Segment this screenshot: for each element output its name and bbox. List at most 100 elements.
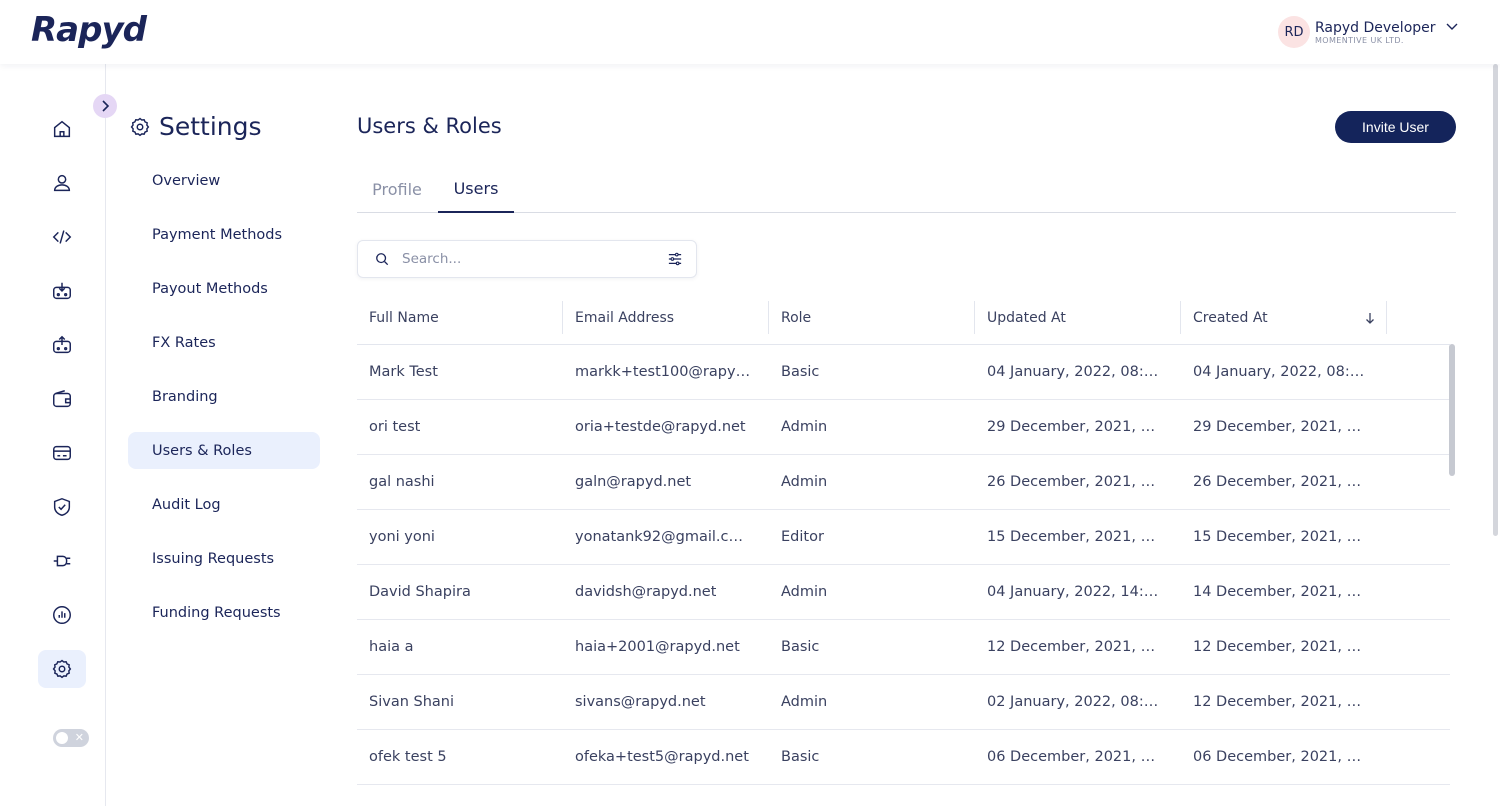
cell-full-name: yoni yoni — [369, 529, 435, 545]
table-scrollbar[interactable] — [1449, 344, 1455, 476]
table-row[interactable]: Mark Test markk+test100@rapyd.n... Basic… — [357, 345, 1450, 400]
cell-email: markk+test100@rapyd.n... — [575, 364, 751, 380]
cell-created-at: 26 December, 2021, 15:44... — [1193, 474, 1369, 490]
cell-role: Basic — [781, 639, 820, 655]
wallet-icon — [53, 390, 71, 408]
cell-full-name: David Shapira — [369, 584, 471, 600]
column-header-created-at[interactable]: Created At — [1181, 290, 1369, 345]
avatar: RD — [1278, 16, 1310, 48]
rail-collect[interactable] — [38, 272, 86, 310]
page-scrollbar[interactable] — [1493, 64, 1498, 536]
toggle-knob — [56, 732, 68, 744]
icon-rail: ✕ — [0, 64, 106, 806]
column-header-full-name[interactable]: Full Name — [357, 290, 563, 345]
table-row[interactable]: Sivan Shani sivans@rapyd.net Admin 02 Ja… — [357, 675, 1450, 730]
cell-updated-at: 15 December, 2021, 15:50 ... — [987, 529, 1163, 545]
chevron-down-icon[interactable] — [1446, 23, 1458, 31]
table-row[interactable]: gal nashi galn@rapyd.net Admin 26 Decemb… — [357, 455, 1450, 510]
rail-reports[interactable] — [38, 596, 86, 634]
cell-full-name: gal nashi — [369, 474, 435, 490]
card-icon — [53, 445, 71, 461]
column-header-updated-at[interactable]: Updated At — [975, 290, 1163, 345]
cell-email: haia+2001@rapyd.net — [575, 639, 740, 655]
cell-updated-at: 29 December, 2021, 12:51 ... — [987, 419, 1163, 435]
settings-item-branding[interactable]: Branding — [128, 378, 320, 415]
home-icon — [53, 120, 71, 138]
search-input[interactable] — [402, 251, 652, 267]
settings-item-users-roles[interactable]: Users & Roles — [128, 432, 320, 469]
settings-heading: Settings — [129, 112, 262, 141]
rail-protect[interactable] — [38, 488, 86, 526]
rail-wallets[interactable] — [38, 380, 86, 418]
table-row[interactable]: ofek test 5 ofeka+test5@rapyd.net Basic … — [357, 730, 1450, 785]
search-icon — [376, 253, 389, 266]
table-row[interactable]: haia a haia+2001@rapyd.net Basic 12 Dece… — [357, 620, 1450, 675]
account-org: MOMENTIVE UK LTD. — [1315, 35, 1404, 45]
settings-item-fx-rates[interactable]: FX Rates — [128, 324, 320, 361]
cell-created-at: 04 January, 2022, 08:48 ... — [1193, 364, 1369, 380]
rail-account[interactable] — [38, 164, 86, 202]
settings-item-funding-requests[interactable]: Funding Requests — [128, 594, 320, 631]
cell-email: galn@rapyd.net — [575, 474, 692, 490]
table-header: Full Name Email Address Role Updated At … — [357, 290, 1450, 345]
cell-role: Basic — [781, 749, 820, 765]
table-row[interactable]: yoni yoni yonatank92@gmail.com Editor 15… — [357, 510, 1450, 565]
cell-updated-at: 04 January, 2022, 14:20 U... — [987, 584, 1163, 600]
top-bar: Rapyd RD Rapyd Developer MOMENTIVE UK LT… — [0, 0, 1500, 64]
account-menu[interactable]: RD Rapyd Developer MOMENTIVE UK LTD. — [1278, 14, 1458, 50]
rail-cards[interactable] — [38, 434, 86, 472]
tab-users[interactable]: Users — [438, 166, 514, 213]
cell-created-at: 14 December, 2021, 15:27 ... — [1193, 584, 1369, 600]
theme-toggle[interactable]: ✕ — [53, 729, 89, 747]
close-icon: ✕ — [74, 731, 84, 744]
cell-role: Editor — [781, 529, 824, 545]
cell-full-name: Mark Test — [369, 364, 438, 380]
report-icon — [53, 606, 71, 624]
gear-icon — [52, 659, 72, 679]
settings-item-audit-log[interactable]: Audit Log — [128, 486, 320, 523]
column-divider[interactable] — [1386, 301, 1387, 334]
table-row[interactable]: ori test oria+testde@rapyd.net Admin 29 … — [357, 400, 1450, 455]
cell-updated-at: 12 December, 2021, 15:18 ... — [987, 639, 1163, 655]
rail-developers[interactable] — [38, 218, 86, 256]
plug-icon — [53, 555, 71, 567]
table-body: Mark Test markk+test100@rapyd.n... Basic… — [357, 345, 1450, 785]
rail-home[interactable] — [38, 110, 86, 148]
chevron-right-icon — [102, 100, 110, 112]
cell-role: Admin — [781, 474, 828, 490]
user-icon — [53, 174, 71, 192]
tab-profile[interactable]: Profile — [357, 166, 437, 213]
cell-role: Admin — [781, 584, 828, 600]
rapyd-logo[interactable]: Rapyd — [31, 10, 147, 50]
cell-full-name: Sivan Shani — [369, 694, 454, 710]
cell-email: sivans@rapyd.net — [575, 694, 706, 710]
cell-created-at: 29 December, 2021, 12:51 ... — [1193, 419, 1369, 435]
cell-role: Admin — [781, 419, 828, 435]
rail-disburse[interactable] — [38, 326, 86, 364]
account-name: Rapyd Developer — [1315, 19, 1436, 36]
cell-updated-at: 06 December, 2021, 13:33 ... — [987, 749, 1163, 765]
table-row[interactable]: David Shapira davidsh@rapyd.net Admin 04… — [357, 565, 1450, 620]
cell-email: davidsh@rapyd.net — [575, 584, 717, 600]
sidebar-expand-button[interactable] — [93, 94, 117, 118]
filter-icon[interactable] — [668, 252, 682, 266]
cell-updated-at: 04 January, 2022, 08:48 ... — [987, 364, 1163, 380]
cell-role: Basic — [781, 364, 820, 380]
cell-created-at: 12 December, 2021, 15:17 U... — [1193, 639, 1369, 655]
cell-created-at: 15 December, 2021, 15:50 ... — [1193, 529, 1369, 545]
cell-email: ofeka+test5@rapyd.net — [575, 749, 749, 765]
cell-full-name: haia a — [369, 639, 414, 655]
column-header-role[interactable]: Role — [769, 290, 975, 345]
settings-item-overview[interactable]: Overview — [128, 162, 320, 199]
column-header-email[interactable]: Email Address — [563, 290, 751, 345]
cell-full-name: ofek test 5 — [369, 749, 447, 765]
invite-user-button[interactable]: Invite User — [1335, 111, 1456, 143]
disburse-icon — [53, 335, 71, 354]
settings-item-payout-methods[interactable]: Payout Methods — [128, 270, 320, 307]
sort-descending-icon[interactable] — [1364, 311, 1376, 325]
cell-updated-at: 26 December, 2021, 15:53 ... — [987, 474, 1163, 490]
settings-item-issuing-requests[interactable]: Issuing Requests — [128, 540, 320, 577]
settings-item-payment-methods[interactable]: Payment Methods — [128, 216, 320, 253]
rail-integrations[interactable] — [38, 542, 86, 580]
rail-settings[interactable] — [38, 650, 86, 688]
